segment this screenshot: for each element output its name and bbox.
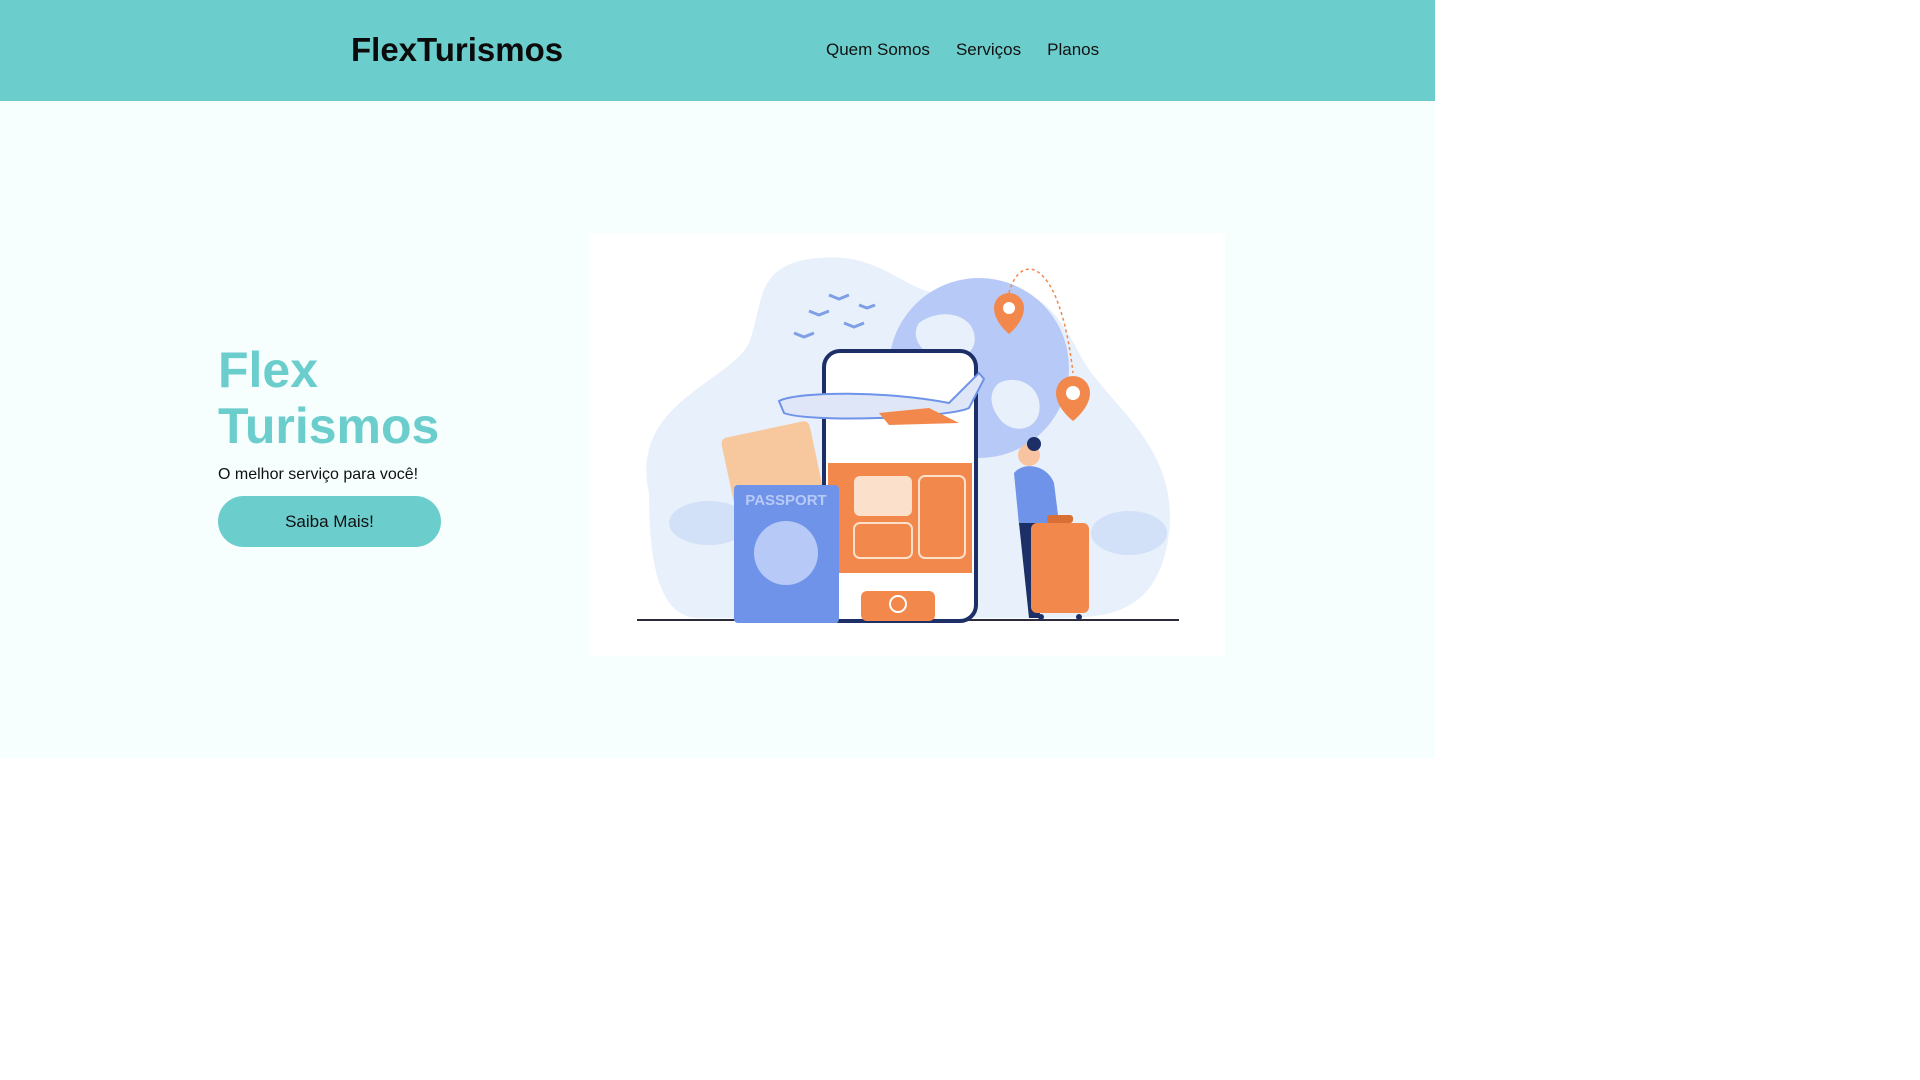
location-pin-center — [1066, 386, 1080, 400]
passport-label: PASSPORT — [745, 492, 826, 509]
travel-illustration-svg: PASSPORT — [637, 257, 1179, 623]
hero-title-line-2: Turismos — [218, 398, 440, 454]
suitcase-wheel — [1038, 614, 1044, 620]
travel-illustration: PASSPORT — [589, 233, 1225, 656]
brand-logo[interactable]: FlexTurismos — [351, 32, 563, 68]
hero-subtitle: O melhor serviço para você! — [218, 466, 419, 483]
phone-card — [854, 476, 912, 516]
suitcase — [1031, 523, 1089, 613]
header: FlexTurismos Quem Somos Serviços Planos — [0, 0, 1435, 101]
hero-section: Flex Turismos O melhor serviço para você… — [218, 342, 498, 547]
page: FlexTurismos Quem Somos Serviços Planos … — [0, 0, 1920, 1080]
nav-planos[interactable]: Planos — [1047, 40, 1099, 60]
nav-quem-somos[interactable]: Quem Somos — [826, 40, 930, 60]
saiba-mais-button[interactable]: Saiba Mais! — [218, 496, 441, 547]
passport-globe — [754, 521, 818, 585]
suitcase-wheel — [1076, 614, 1082, 620]
site-container: FlexTurismos Quem Somos Serviços Planos … — [0, 0, 1435, 758]
leaf — [1091, 511, 1167, 555]
hero-title: Flex Turismos — [218, 342, 498, 454]
traveler-hair — [1027, 437, 1041, 451]
main-nav: Quem Somos Serviços Planos — [826, 40, 1099, 60]
hero-title-line-1: Flex — [218, 342, 319, 398]
nav-servicos[interactable]: Serviços — [956, 40, 1021, 60]
location-pin-center — [1003, 302, 1015, 314]
suitcase-handle — [1047, 515, 1073, 523]
